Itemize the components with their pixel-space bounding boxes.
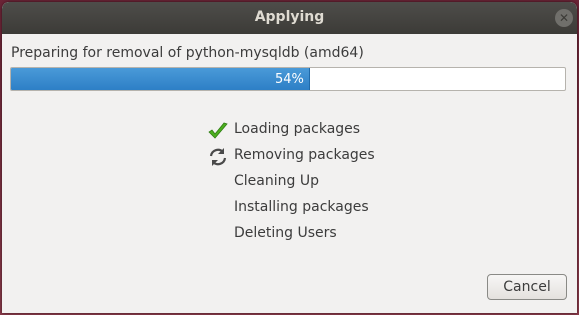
desktop-background: Applying ✕ Preparing for removal of pyth… — [0, 0, 579, 315]
step-label: Deleting Users — [234, 225, 337, 241]
applying-dialog: Applying ✕ Preparing for removal of pyth… — [2, 2, 577, 313]
close-button[interactable]: ✕ — [555, 9, 573, 27]
progress-bar: 54% — [10, 67, 566, 91]
status-message: Preparing for removal of python-mysqldb … — [11, 45, 364, 61]
close-icon: ✕ — [558, 11, 570, 25]
window-title: Applying — [254, 9, 325, 25]
checkmark-icon — [207, 121, 229, 141]
progress-percent: 54% — [275, 72, 304, 87]
title-bar[interactable]: Applying ✕ — [2, 2, 577, 34]
step-label: Removing packages — [234, 147, 375, 163]
step-label: Cleaning Up — [234, 173, 319, 189]
step-label: Loading packages — [234, 121, 361, 137]
refresh-icon — [207, 147, 229, 167]
step-label: Installing packages — [234, 199, 369, 215]
progress-fill — [11, 68, 310, 90]
cancel-button[interactable]: Cancel — [487, 274, 567, 300]
